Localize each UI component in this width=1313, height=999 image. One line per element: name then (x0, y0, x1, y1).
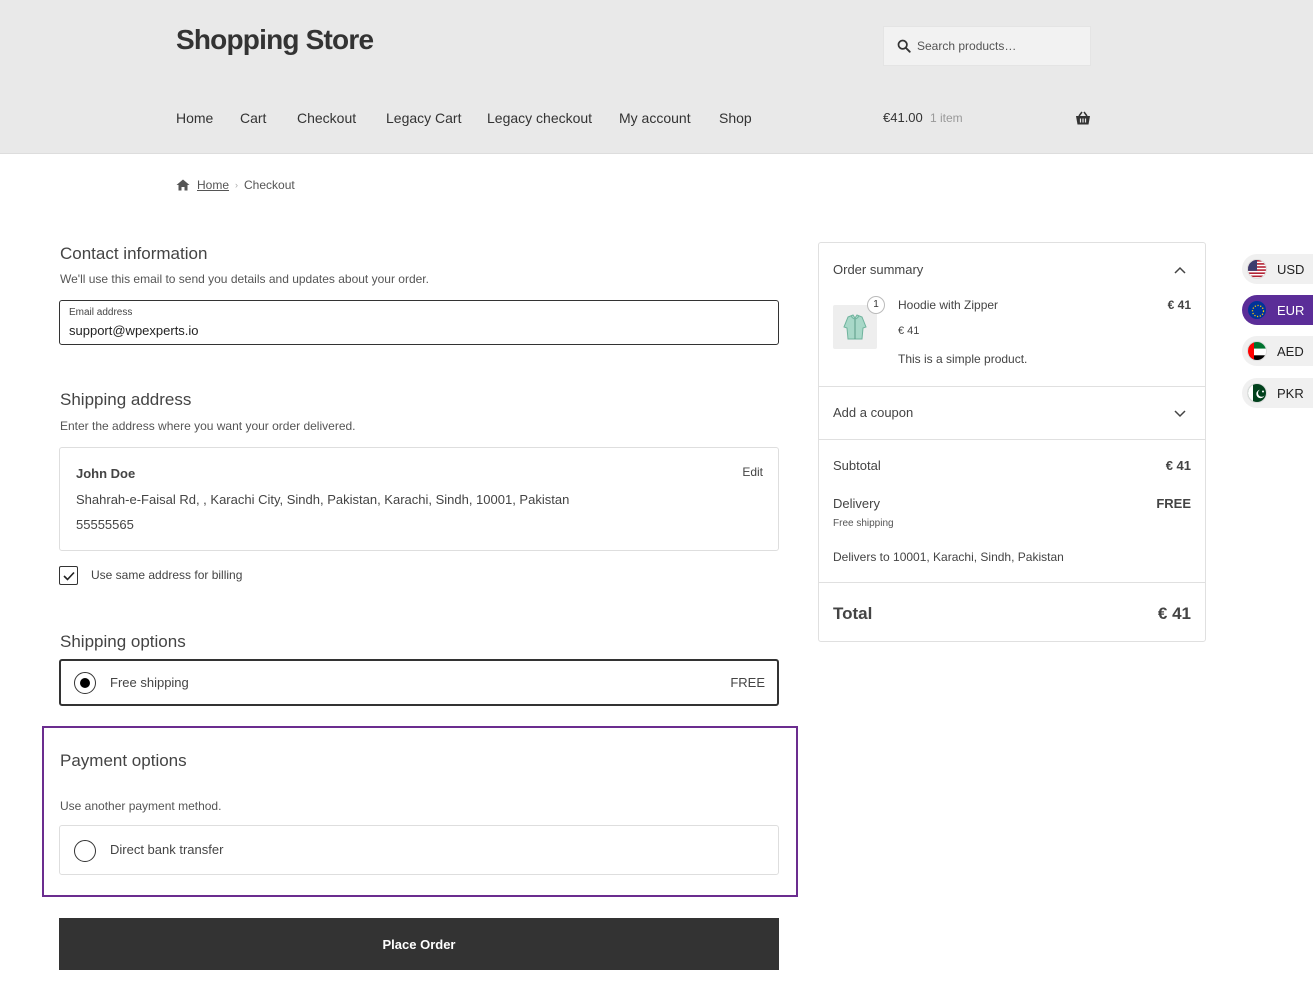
item-unit-price: € 41 (898, 325, 920, 337)
chevron-up-icon[interactable] (1174, 266, 1186, 274)
delivery-label: Delivery (833, 496, 880, 511)
currency-code: AED (1277, 343, 1304, 359)
payment-option-bank-transfer[interactable]: Direct bank transfer (59, 825, 779, 875)
nav-legacy-cart[interactable]: Legacy Cart (386, 110, 461, 126)
checkmark-icon (62, 571, 75, 581)
delivery-value: FREE (1156, 496, 1191, 511)
place-order-button[interactable]: Place Order (59, 918, 779, 970)
nav-legacy-checkout[interactable]: Legacy checkout (487, 110, 592, 126)
address-name: John Doe (76, 466, 136, 481)
item-description: This is a simple product. (898, 352, 1028, 366)
address-phone: 55555565 (76, 517, 134, 532)
us-flag-icon (1247, 259, 1267, 279)
shipping-option-price: FREE (730, 675, 765, 690)
shipping-option-label: Free shipping (110, 675, 189, 690)
site-header: Shopping Store Home Cart Checkout Legacy… (0, 0, 1313, 154)
item-quantity-badge: 1 (867, 296, 885, 314)
address-line: Shahrah-e-Faisal Rd, , Karachi City, Sin… (76, 492, 570, 507)
same-billing-checkbox[interactable] (59, 566, 78, 585)
email-field[interactable]: Email address support@wpexperts.io (59, 300, 779, 345)
currency-usd[interactable]: USD (1242, 254, 1313, 284)
payment-option-label: Direct bank transfer (110, 842, 224, 857)
currency-code: EUR (1277, 302, 1305, 318)
subtotal-value: € 41 (1165, 458, 1191, 473)
delivers-to: Delivers to 10001, Karachi, Sindh, Pakis… (833, 550, 1064, 564)
contact-section-title: Contact information (60, 244, 208, 263)
email-field-value[interactable]: support@wpexperts.io (69, 323, 199, 338)
basket-icon (1076, 111, 1090, 125)
divider (819, 582, 1205, 583)
payment-option-radio[interactable] (74, 840, 96, 862)
search-box[interactable] (883, 26, 1091, 66)
order-summary: Order summary 1 Hoodie with Zipper € 41 … (818, 242, 1206, 642)
shipping-option-free[interactable]: Free shipping FREE (59, 659, 779, 706)
order-summary-title[interactable]: Order summary (833, 262, 923, 277)
email-field-label: Email address (69, 307, 133, 318)
total-label: Total (833, 604, 873, 623)
shipping-option-radio[interactable] (74, 672, 96, 694)
nav-cart[interactable]: Cart (240, 110, 266, 126)
breadcrumb-current: Checkout (244, 178, 295, 192)
divider (819, 439, 1205, 440)
chevron-down-icon[interactable] (1174, 410, 1186, 418)
same-billing-label[interactable]: Use same address for billing (91, 568, 242, 582)
uae-flag-icon (1247, 341, 1267, 361)
nav-my-account[interactable]: My account (619, 110, 691, 126)
contact-section-description: We'll use this email to send you details… (60, 272, 429, 286)
delivery-method: Free shipping (833, 518, 894, 529)
search-input[interactable] (917, 39, 1087, 53)
currency-pkr[interactable]: PKR (1242, 378, 1313, 408)
subtotal-label: Subtotal (833, 458, 881, 473)
shipping-address-title: Shipping address (60, 390, 192, 409)
payment-options-title: Payment options (60, 751, 187, 770)
item-line-total: € 41 (1167, 298, 1191, 312)
currency-code: USD (1277, 261, 1305, 277)
divider (819, 386, 1205, 387)
payment-options-description: Use another payment method. (60, 799, 222, 813)
shipping-options-title: Shipping options (60, 632, 186, 651)
nav-checkout[interactable]: Checkout (297, 110, 356, 126)
eu-flag-icon (1247, 300, 1267, 320)
header-cart[interactable]: €41.00 1 item (883, 110, 1091, 128)
shipping-address-description: Enter the address where you want your or… (60, 419, 356, 433)
nav-shop[interactable]: Shop (719, 110, 752, 126)
currency-aed[interactable]: AED (1242, 336, 1313, 366)
address-card: John Doe Shahrah-e-Faisal Rd, , Karachi … (59, 447, 779, 551)
pakistan-flag-icon (1247, 383, 1267, 403)
add-coupon-toggle[interactable]: Add a coupon (833, 405, 913, 420)
currency-code: PKR (1277, 385, 1304, 401)
site-title[interactable]: Shopping Store (176, 24, 374, 56)
currency-eur[interactable]: EUR (1242, 295, 1313, 325)
home-icon (176, 179, 190, 191)
breadcrumb-separator-icon: › (235, 180, 239, 190)
breadcrumb-home-link[interactable]: Home (197, 178, 229, 192)
breadcrumb: Home › Checkout (176, 178, 295, 192)
cart-total: €41.00 (883, 110, 923, 125)
nav-home[interactable]: Home (176, 110, 213, 126)
edit-address-link[interactable]: Edit (742, 465, 763, 479)
cart-count: 1 item (930, 111, 963, 125)
total-value: € 41 (1157, 604, 1191, 623)
item-name: Hoodie with Zipper (898, 298, 999, 312)
search-icon (897, 39, 911, 53)
